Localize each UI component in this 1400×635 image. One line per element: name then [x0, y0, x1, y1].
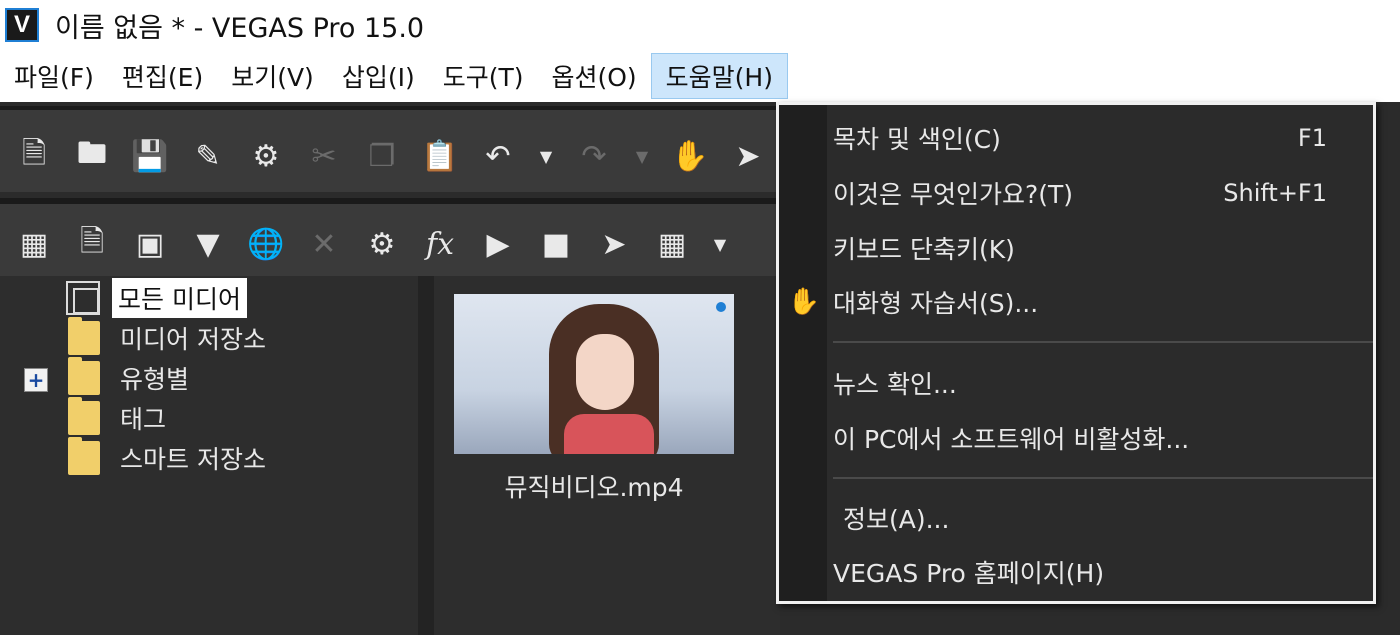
media-filename: 뮤직비디오.mp4	[504, 473, 684, 502]
expand-icon[interactable]: +	[24, 368, 48, 392]
web-media-icon[interactable]: 🌐	[246, 224, 286, 264]
menu-bar: 파일(F) 편집(E) 보기(V) 삽입(I) 도구(T) 옵션(O) 도움말(…	[0, 50, 1400, 102]
copy-icon[interactable]: ❐	[362, 136, 402, 176]
folder-icon	[68, 317, 100, 355]
interactive-tutorial-item[interactable]: 대화형 자습서(S)...	[833, 279, 1373, 325]
help-contents-item[interactable]: 목차 및 색인(C) F1	[833, 115, 1373, 161]
tree-label-all-media: 모든 미디어	[112, 278, 247, 318]
menu-view[interactable]: 보기(V)	[217, 53, 328, 99]
tree-label: 스마트 저장소	[120, 445, 266, 474]
menu-item-label: 정보(A)...	[843, 505, 950, 534]
import-media-icon[interactable]: ▦	[14, 224, 54, 264]
in-use-indicator-icon	[716, 302, 726, 312]
menu-item-label: 키보드 단축키(K)	[833, 235, 1015, 264]
vegas-logo-icon: V	[5, 8, 39, 42]
paste-icon[interactable]: 📋	[420, 136, 460, 176]
main-toolbar: 🗎 🖿 💾 ✎ ⚙ ✂ ❐ 📋 ↶ ▼ ↷ ▼ ✋ ➤	[0, 106, 780, 192]
menu-item-label: 목차 및 색인(C)	[833, 125, 1001, 154]
tree-node-by-type[interactable]: 유형별	[68, 357, 195, 398]
media-from-device-icon[interactable]: ▼	[188, 224, 228, 264]
redo-icon[interactable]: ↷	[574, 136, 614, 176]
play-icon[interactable]: ▶	[478, 224, 518, 264]
tree-node-media-bin[interactable]: 미디어 저장소	[68, 317, 272, 358]
menu-help[interactable]: 도움말(H)	[650, 53, 788, 99]
keyboard-shortcuts-item[interactable]: 키보드 단축키(K)	[833, 225, 1373, 271]
tree-node-all-media[interactable]: 모든 미디어	[66, 278, 247, 318]
help-dropdown-menu: ✋ 목차 및 색인(C) F1 이것은 무엇인가요?(T) Shift+F1 키…	[776, 102, 1376, 604]
redo-dropdown-icon[interactable]: ▼	[632, 136, 652, 176]
view-icon[interactable]: ▦	[652, 224, 692, 264]
check-news-item[interactable]: 뉴스 확인...	[833, 360, 1373, 406]
window-title: 이름 없음 * - VEGAS Pro 15.0	[55, 12, 425, 44]
folder-icon	[68, 397, 100, 435]
folder-icon	[68, 357, 100, 395]
tree-label: 유형별	[120, 365, 190, 394]
folder-icon	[68, 437, 100, 475]
title-bar: V 이름 없음 * - VEGAS Pro 15.0	[0, 0, 1400, 50]
menu-insert[interactable]: 삽입(I)	[328, 53, 429, 99]
auto-preview-icon[interactable]: ➤	[594, 224, 634, 264]
undo-dropdown-icon[interactable]: ▼	[536, 136, 556, 176]
menu-tools[interactable]: 도구(T)	[429, 53, 538, 99]
tree-label: 태그	[120, 405, 167, 434]
whats-this-item[interactable]: 이것은 무엇인가요?(T) Shift+F1	[833, 170, 1373, 216]
menu-separator	[833, 341, 1373, 343]
whats-this-icon[interactable]: ✋	[670, 136, 710, 176]
media-thumbnail[interactable]	[454, 294, 734, 454]
menu-item-shortcut: F1	[1297, 124, 1327, 152]
undo-icon[interactable]: ↶	[478, 136, 518, 176]
menu-options[interactable]: 옵션(O)	[537, 53, 650, 99]
tree-node-smart-bins[interactable]: 스마트 저장소	[68, 437, 272, 478]
fx-icon[interactable]: fx	[420, 224, 460, 264]
menu-item-label: 뉴스 확인...	[833, 370, 957, 399]
menu-item-label: 이 PC에서 소프트웨어 비활성화...	[833, 425, 1190, 454]
open-folder-icon[interactable]: 🖿	[72, 136, 112, 176]
menu-item-label: 이것은 무엇인가요?(T)	[833, 180, 1073, 209]
menu-file[interactable]: 파일(F)	[0, 53, 108, 99]
tree-label: 미디어 저장소	[120, 325, 266, 354]
new-file-icon[interactable]: 🗎	[14, 136, 54, 176]
delete-icon[interactable]: ✕	[304, 224, 344, 264]
menu-icon-gutter	[779, 105, 827, 601]
menu-item-shortcut: Shift+F1	[1223, 179, 1327, 207]
deactivate-software-item[interactable]: 이 PC에서 소프트웨어 비활성화...	[833, 415, 1373, 461]
interactive-tutorial-icon: ✋	[787, 287, 821, 317]
panel-splitter[interactable]	[418, 276, 434, 635]
capture-icon[interactable]: 🗎	[72, 224, 112, 264]
gear-icon[interactable]: ⚙	[246, 136, 286, 176]
media-toolbar: ▦ 🗎 ▣ ▼ 🌐 ✕ ⚙ fx ▶ ■ ➤ ▦ ▼	[0, 198, 780, 284]
save-as-icon[interactable]: ✎	[188, 136, 228, 176]
view-dropdown-icon[interactable]: ▼	[710, 224, 730, 264]
tree-node-tags[interactable]: 태그	[68, 397, 172, 438]
stop-icon[interactable]: ■	[536, 224, 576, 264]
help-pointer-icon[interactable]: ➤	[728, 136, 768, 176]
menu-item-label: VEGAS Pro 홈페이지(H)	[833, 559, 1105, 588]
properties-gear-icon[interactable]: ⚙	[362, 224, 402, 264]
get-media-icon[interactable]: ▣	[130, 224, 170, 264]
homepage-item[interactable]: VEGAS Pro 홈페이지(H)	[833, 549, 1373, 595]
menu-separator	[833, 477, 1373, 479]
cut-icon[interactable]: ✂	[304, 136, 344, 176]
menu-edit[interactable]: 편집(E)	[108, 53, 217, 99]
save-icon[interactable]: 💾	[130, 136, 170, 176]
about-item[interactable]: 정보(A)...	[843, 495, 1383, 541]
menu-item-label: 대화형 자습서(S)...	[833, 289, 1039, 318]
all-media-icon	[66, 281, 100, 315]
